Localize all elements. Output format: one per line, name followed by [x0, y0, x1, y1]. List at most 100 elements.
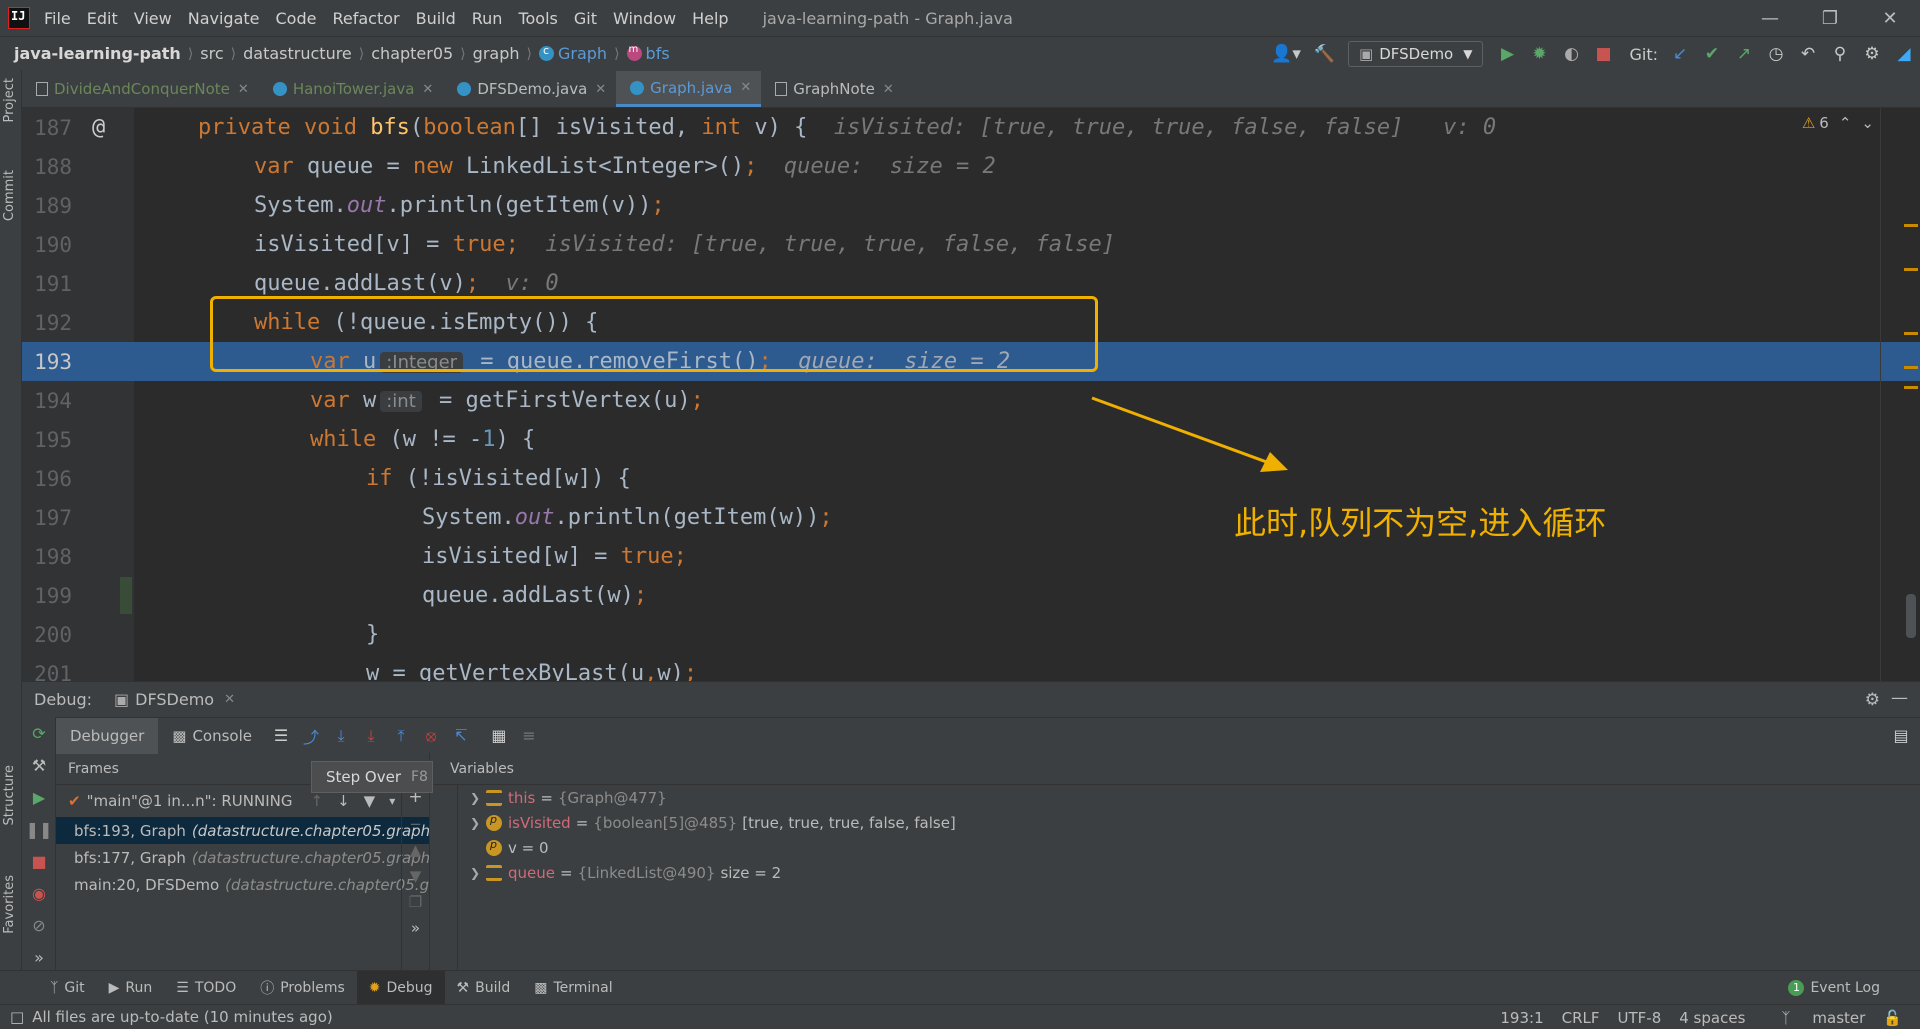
- stop-icon[interactable]: ■: [1587, 37, 1619, 71]
- breadcrumb-method[interactable]: bfs: [626, 44, 670, 63]
- menu-edit[interactable]: Edit: [87, 9, 118, 28]
- variable-row[interactable]: ❯ queue = {LinkedList@490} size = 2: [430, 860, 1920, 885]
- force-step-into-icon[interactable]: ⤓: [356, 721, 386, 751]
- lock-icon[interactable]: 🔓: [1883, 1009, 1902, 1027]
- menu-view[interactable]: View: [134, 9, 172, 28]
- search-icon[interactable]: ⚲: [1824, 37, 1856, 71]
- breadcrumb-src[interactable]: src: [200, 44, 223, 63]
- pause-icon[interactable]: ❚❚: [22, 813, 56, 845]
- debug-bug-icon[interactable]: ✹: [1523, 37, 1555, 71]
- line-separator[interactable]: CRLF: [1562, 1009, 1600, 1027]
- frame-down-icon[interactable]: ↓: [337, 792, 350, 810]
- structure-tool-tab[interactable]: Structure: [2, 765, 17, 825]
- project-tool-tab[interactable]: Project: [2, 78, 17, 122]
- menu-navigate[interactable]: Navigate: [188, 9, 260, 28]
- chevron-down-icon[interactable]: ▾: [389, 794, 395, 808]
- more-icon[interactable]: »: [22, 941, 56, 973]
- step-out-icon[interactable]: ⤒: [386, 721, 416, 751]
- status-icon[interactable]: □: [10, 1008, 24, 1026]
- code-editor[interactable]: 187 @ private void bfs(boolean[] isVisited…: [22, 108, 1920, 681]
- close-window-icon[interactable]: ✕: [1860, 0, 1920, 36]
- close-icon[interactable]: ✕: [422, 82, 433, 97]
- indent-setting[interactable]: 4 spaces: [1679, 1009, 1745, 1027]
- expand-arrow-icon[interactable]: ❯: [470, 791, 486, 805]
- menu-window[interactable]: Window: [613, 9, 676, 28]
- stack-frame[interactable]: bfs:177, Graph (datastructure.chapter05.g…: [56, 844, 429, 871]
- variable-row[interactable]: ❯ isVisited={boolean[5]@485}[true, true, …: [430, 810, 1920, 835]
- wrench-icon[interactable]: ⚒: [22, 749, 56, 781]
- breadcrumb-class[interactable]: Graph: [538, 44, 607, 63]
- menu-run[interactable]: Run: [472, 9, 503, 28]
- drop-frame-icon[interactable]: ⦻: [416, 721, 446, 751]
- tab-graphnote[interactable]: GraphNote ✕: [761, 71, 903, 107]
- warnings-indicator[interactable]: ⚠ 6 ⌃ ⌄: [1802, 114, 1874, 132]
- close-icon[interactable]: ✕: [224, 692, 235, 707]
- toolwindow-problems[interactable]: ⓘ Problems: [248, 971, 357, 1005]
- trace-stream-icon[interactable]: ≡: [514, 721, 544, 751]
- menu-tools[interactable]: Tools: [518, 9, 557, 28]
- breadcrumb-datastructure[interactable]: datastructure: [243, 44, 352, 63]
- toolwindow-terminal[interactable]: ▩ Terminal: [522, 971, 624, 1005]
- frame-up-icon[interactable]: ↑: [310, 792, 323, 810]
- rerun-icon[interactable]: ⟳: [22, 717, 56, 749]
- layout-menu-icon[interactable]: ☰: [266, 721, 296, 751]
- view-breakpoints-icon[interactable]: ◉: [22, 877, 56, 909]
- rollback-icon[interactable]: ↶: [1792, 37, 1824, 71]
- stop-icon[interactable]: ■: [22, 845, 56, 877]
- breadcrumb-chapter05[interactable]: chapter05: [371, 44, 453, 63]
- history-icon[interactable]: ◷: [1760, 37, 1792, 71]
- toolwindow-git[interactable]: ᛉ Git: [38, 971, 97, 1005]
- evaluate-expression-icon[interactable]: ▦: [484, 721, 514, 751]
- stack-frame[interactable]: main:20, DFSDemo (datastructure.chapter05…: [56, 871, 429, 898]
- coverage-icon[interactable]: ◐: [1555, 37, 1587, 71]
- tab-hanoitower[interactable]: HanoiTower.java ✕: [259, 71, 444, 107]
- scroll-thumb[interactable]: [1906, 594, 1916, 638]
- menu-code[interactable]: Code: [276, 9, 317, 28]
- caret-position[interactable]: 193:1: [1500, 1009, 1543, 1027]
- menu-git[interactable]: Git: [574, 9, 597, 28]
- file-encoding[interactable]: UTF-8: [1618, 1009, 1662, 1027]
- favorites-tool-tab[interactable]: Favorites: [2, 875, 17, 934]
- variable-row[interactable]: ❯ this = {Graph@477}: [430, 785, 1920, 810]
- toolwindow-todo[interactable]: ☰ TODO: [164, 971, 248, 1005]
- toolbox-icon[interactable]: ◢: [1888, 37, 1920, 71]
- restore-layout-icon[interactable]: ▤: [1886, 721, 1916, 751]
- toolwindow-run[interactable]: ▶ Run: [97, 971, 165, 1005]
- close-icon[interactable]: ✕: [883, 82, 894, 97]
- expand-arrow-icon[interactable]: ❯: [470, 866, 486, 880]
- git-branch[interactable]: ᛉ master: [1763, 1009, 1865, 1027]
- restore-icon[interactable]: ❐: [1800, 0, 1860, 36]
- breadcrumb-graph-package[interactable]: graph: [473, 44, 520, 63]
- more-icon[interactable]: »: [402, 919, 429, 937]
- move-up-icon[interactable]: ▲: [402, 841, 429, 859]
- tab-debugger[interactable]: Debugger: [56, 717, 159, 754]
- tab-divideandconquernote[interactable]: DivideAndConquerNote ✕: [22, 71, 259, 107]
- resume-icon[interactable]: ▶: [22, 781, 56, 813]
- menu-file[interactable]: File: [44, 9, 71, 28]
- chevron-down-icon[interactable]: ⌄: [1861, 114, 1874, 132]
- variable-row[interactable]: v = 0: [430, 835, 1920, 860]
- step-over-icon[interactable]: ⤴: [296, 721, 326, 751]
- build-hammer-icon[interactable]: 🔨: [1308, 37, 1340, 71]
- toolwindow-debug[interactable]: ✹ Debug: [356, 970, 445, 1005]
- event-log[interactable]: 1 Event Log: [1788, 971, 1880, 1005]
- run-icon[interactable]: ▶: [1491, 37, 1523, 71]
- tab-graph[interactable]: Graph.java ✕: [616, 71, 762, 107]
- git-commit-icon[interactable]: ✔: [1696, 37, 1728, 71]
- git-push-icon[interactable]: ↗: [1728, 37, 1760, 71]
- stack-frame[interactable]: bfs:193, Graph (datastructure.chapter05.g…: [56, 817, 429, 844]
- gear-icon[interactable]: ⚙: [1856, 37, 1888, 71]
- tab-dfsdemo[interactable]: DFSDemo.java ✕: [443, 71, 616, 107]
- tab-console[interactable]: ▩ Console: [158, 718, 266, 754]
- debug-session-tab[interactable]: ▣ DFSDemo ✕: [114, 690, 235, 709]
- filter-icon[interactable]: ▼: [364, 792, 376, 810]
- commit-tool-tab[interactable]: Commit: [2, 170, 17, 221]
- close-icon[interactable]: ✕: [238, 82, 249, 97]
- close-icon[interactable]: ✕: [595, 82, 606, 97]
- step-into-icon[interactable]: ⤓: [326, 721, 356, 751]
- breadcrumb-project[interactable]: java-learning-path: [14, 44, 181, 63]
- minimize-icon[interactable]: —: [1740, 0, 1800, 36]
- gear-icon[interactable]: ⚙: [1865, 690, 1880, 710]
- run-to-cursor-icon[interactable]: ↸: [446, 721, 476, 751]
- user-icon[interactable]: 👤▾: [1264, 37, 1308, 71]
